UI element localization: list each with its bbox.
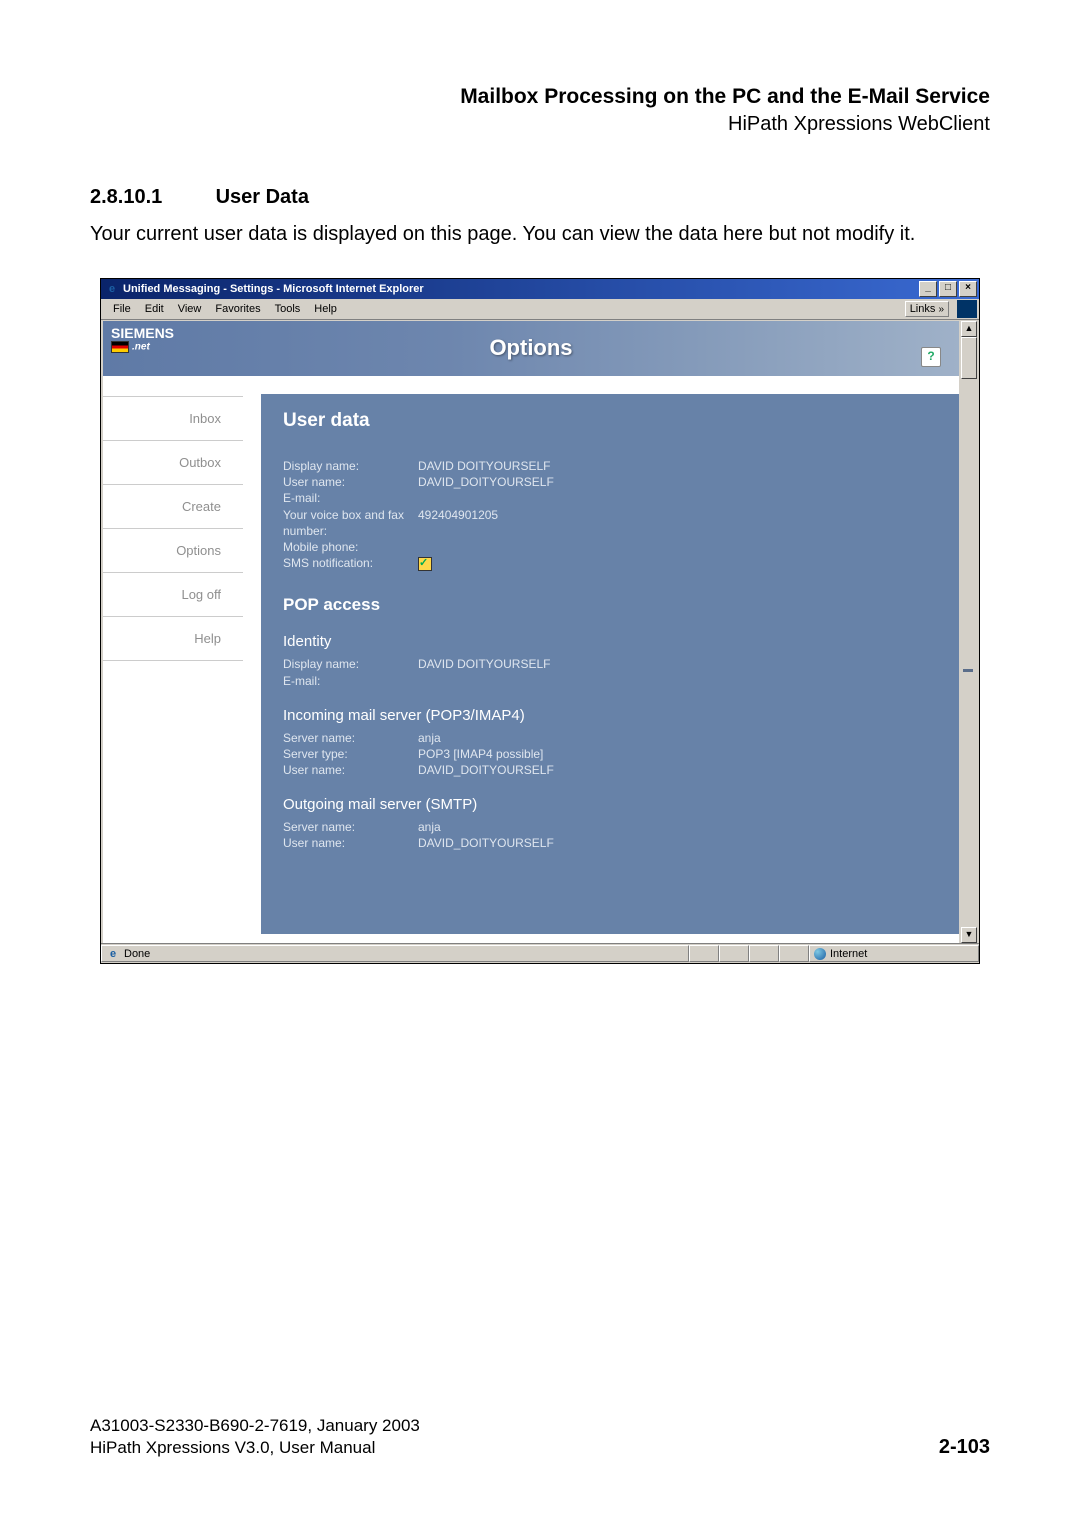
- section-body: Your current user data is displayed on t…: [90, 221, 990, 248]
- ie-status-icon: e: [106, 947, 120, 961]
- chevron-right-icon: »: [938, 304, 944, 315]
- sidebar-item-create[interactable]: Create: [103, 485, 243, 529]
- window-maximize-button[interactable]: □: [939, 281, 957, 297]
- ud-email-label: E-mail:: [283, 490, 418, 506]
- scroll-up-button[interactable]: ▲: [961, 321, 977, 337]
- id-email-label: E-mail:: [283, 673, 418, 689]
- in-username-value: DAVID_DOITYOURSELF: [418, 762, 937, 778]
- identity-heading: Identity: [283, 633, 937, 650]
- ud-voicefax-value: 492404901205: [418, 507, 937, 539]
- outgoing-heading: Outgoing mail server (SMTP): [283, 796, 937, 813]
- section-heading: 2.8.10.1 User Data: [90, 186, 990, 209]
- id-email-value: [418, 673, 937, 689]
- page-viewport: SIEMENS .net Options ? Inbox Outbox Crea…: [103, 321, 959, 943]
- doc-title: Mailbox Processing on the PC and the E-M…: [90, 85, 990, 109]
- menu-edit[interactable]: Edit: [139, 301, 170, 317]
- in-servername-value: anja: [418, 730, 937, 746]
- menu-help[interactable]: Help: [308, 301, 343, 317]
- internet-zone-icon: [814, 948, 826, 960]
- ud-mobile-value: [418, 539, 937, 555]
- sidebar-item-logoff[interactable]: Log off: [103, 573, 243, 617]
- links-toolbar[interactable]: Links »: [905, 301, 949, 317]
- out-servername-label: Server name:: [283, 819, 418, 835]
- sms-checkbox-checked-icon: [418, 557, 432, 571]
- menu-view[interactable]: View: [172, 301, 208, 317]
- statusbar: e Done Internet: [101, 943, 979, 963]
- screenshot-window: e Unified Messaging - Settings - Microso…: [100, 278, 980, 964]
- ud-email-value: [418, 490, 937, 506]
- content-area: User data Display name:DAVID DOITYOURSEL…: [243, 376, 959, 943]
- menu-tools[interactable]: Tools: [269, 301, 307, 317]
- incoming-heading: Incoming mail server (POP3/IMAP4): [283, 707, 937, 724]
- menu-file[interactable]: File: [107, 301, 137, 317]
- ud-sms-label: SMS notification:: [283, 555, 418, 571]
- window-minimize-button[interactable]: _: [919, 281, 937, 297]
- sidebar-item-options[interactable]: Options: [103, 529, 243, 573]
- window-close-button[interactable]: ×: [959, 281, 977, 297]
- out-servername-value: anja: [418, 819, 937, 835]
- id-displayname-value: DAVID DOITYOURSELF: [418, 656, 937, 672]
- menu-favorites[interactable]: Favorites: [209, 301, 266, 317]
- ud-displayname-value: DAVID DOITYOURSELF: [418, 458, 937, 474]
- section-number: 2.8.10.1: [90, 186, 210, 209]
- in-servertype-value: POP3 [IMAP4 possible]: [418, 746, 937, 762]
- out-username-label: User name:: [283, 835, 418, 851]
- sidebar-item-outbox[interactable]: Outbox: [103, 441, 243, 485]
- scroll-down-button[interactable]: ▼: [961, 927, 977, 943]
- ie-throbber-icon: [957, 300, 977, 318]
- in-servername-label: Server name:: [283, 730, 418, 746]
- sidebar-item-help[interactable]: Help: [103, 617, 243, 661]
- ie-icon: e: [105, 282, 119, 296]
- links-label: Links: [910, 303, 936, 315]
- page-number: 2-103: [939, 1436, 990, 1459]
- in-username-label: User name:: [283, 762, 418, 778]
- window-title: Unified Messaging - Settings - Microsoft…: [123, 283, 424, 295]
- scroll-thumb[interactable]: [961, 337, 977, 379]
- banner-title: Options: [103, 335, 959, 361]
- ud-username-value: DAVID_DOITYOURSELF: [418, 474, 937, 490]
- doc-subtitle: HiPath Xpressions WebClient: [90, 113, 990, 136]
- status-done: Done: [124, 948, 150, 960]
- page-banner: SIEMENS .net Options: [103, 321, 959, 376]
- ud-mobile-label: Mobile phone:: [283, 539, 418, 555]
- section-name: User Data: [216, 186, 309, 208]
- window-titlebar: e Unified Messaging - Settings - Microso…: [101, 279, 979, 299]
- sidebar-nav: Inbox Outbox Create Options Log off Help: [103, 376, 243, 943]
- page-footer: A31003-S2330-B690-2-7619, January 2003 H…: [90, 1415, 990, 1459]
- help-icon[interactable]: ?: [921, 347, 941, 367]
- userdata-heading: User data: [283, 410, 937, 432]
- options-panel: User data Display name:DAVID DOITYOURSEL…: [261, 394, 959, 934]
- pop-heading: POP access: [283, 595, 937, 615]
- ud-displayname-label: Display name:: [283, 458, 418, 474]
- status-zone: Internet: [830, 948, 867, 960]
- footer-docid: A31003-S2330-B690-2-7619, January 2003: [90, 1415, 420, 1437]
- ud-voicefax-label: Your voice box and fax number:: [283, 507, 418, 539]
- out-username-value: DAVID_DOITYOURSELF: [418, 835, 937, 851]
- sidebar-item-inbox[interactable]: Inbox: [103, 396, 243, 441]
- ud-username-label: User name:: [283, 474, 418, 490]
- menubar: File Edit View Favorites Tools Help Link…: [101, 299, 979, 320]
- vertical-scrollbar[interactable]: ▲ ▼: [961, 321, 977, 943]
- scroll-mark-icon: [963, 669, 973, 672]
- id-displayname-label: Display name:: [283, 656, 418, 672]
- in-servertype-label: Server type:: [283, 746, 418, 762]
- footer-manual: HiPath Xpressions V3.0, User Manual: [90, 1437, 420, 1459]
